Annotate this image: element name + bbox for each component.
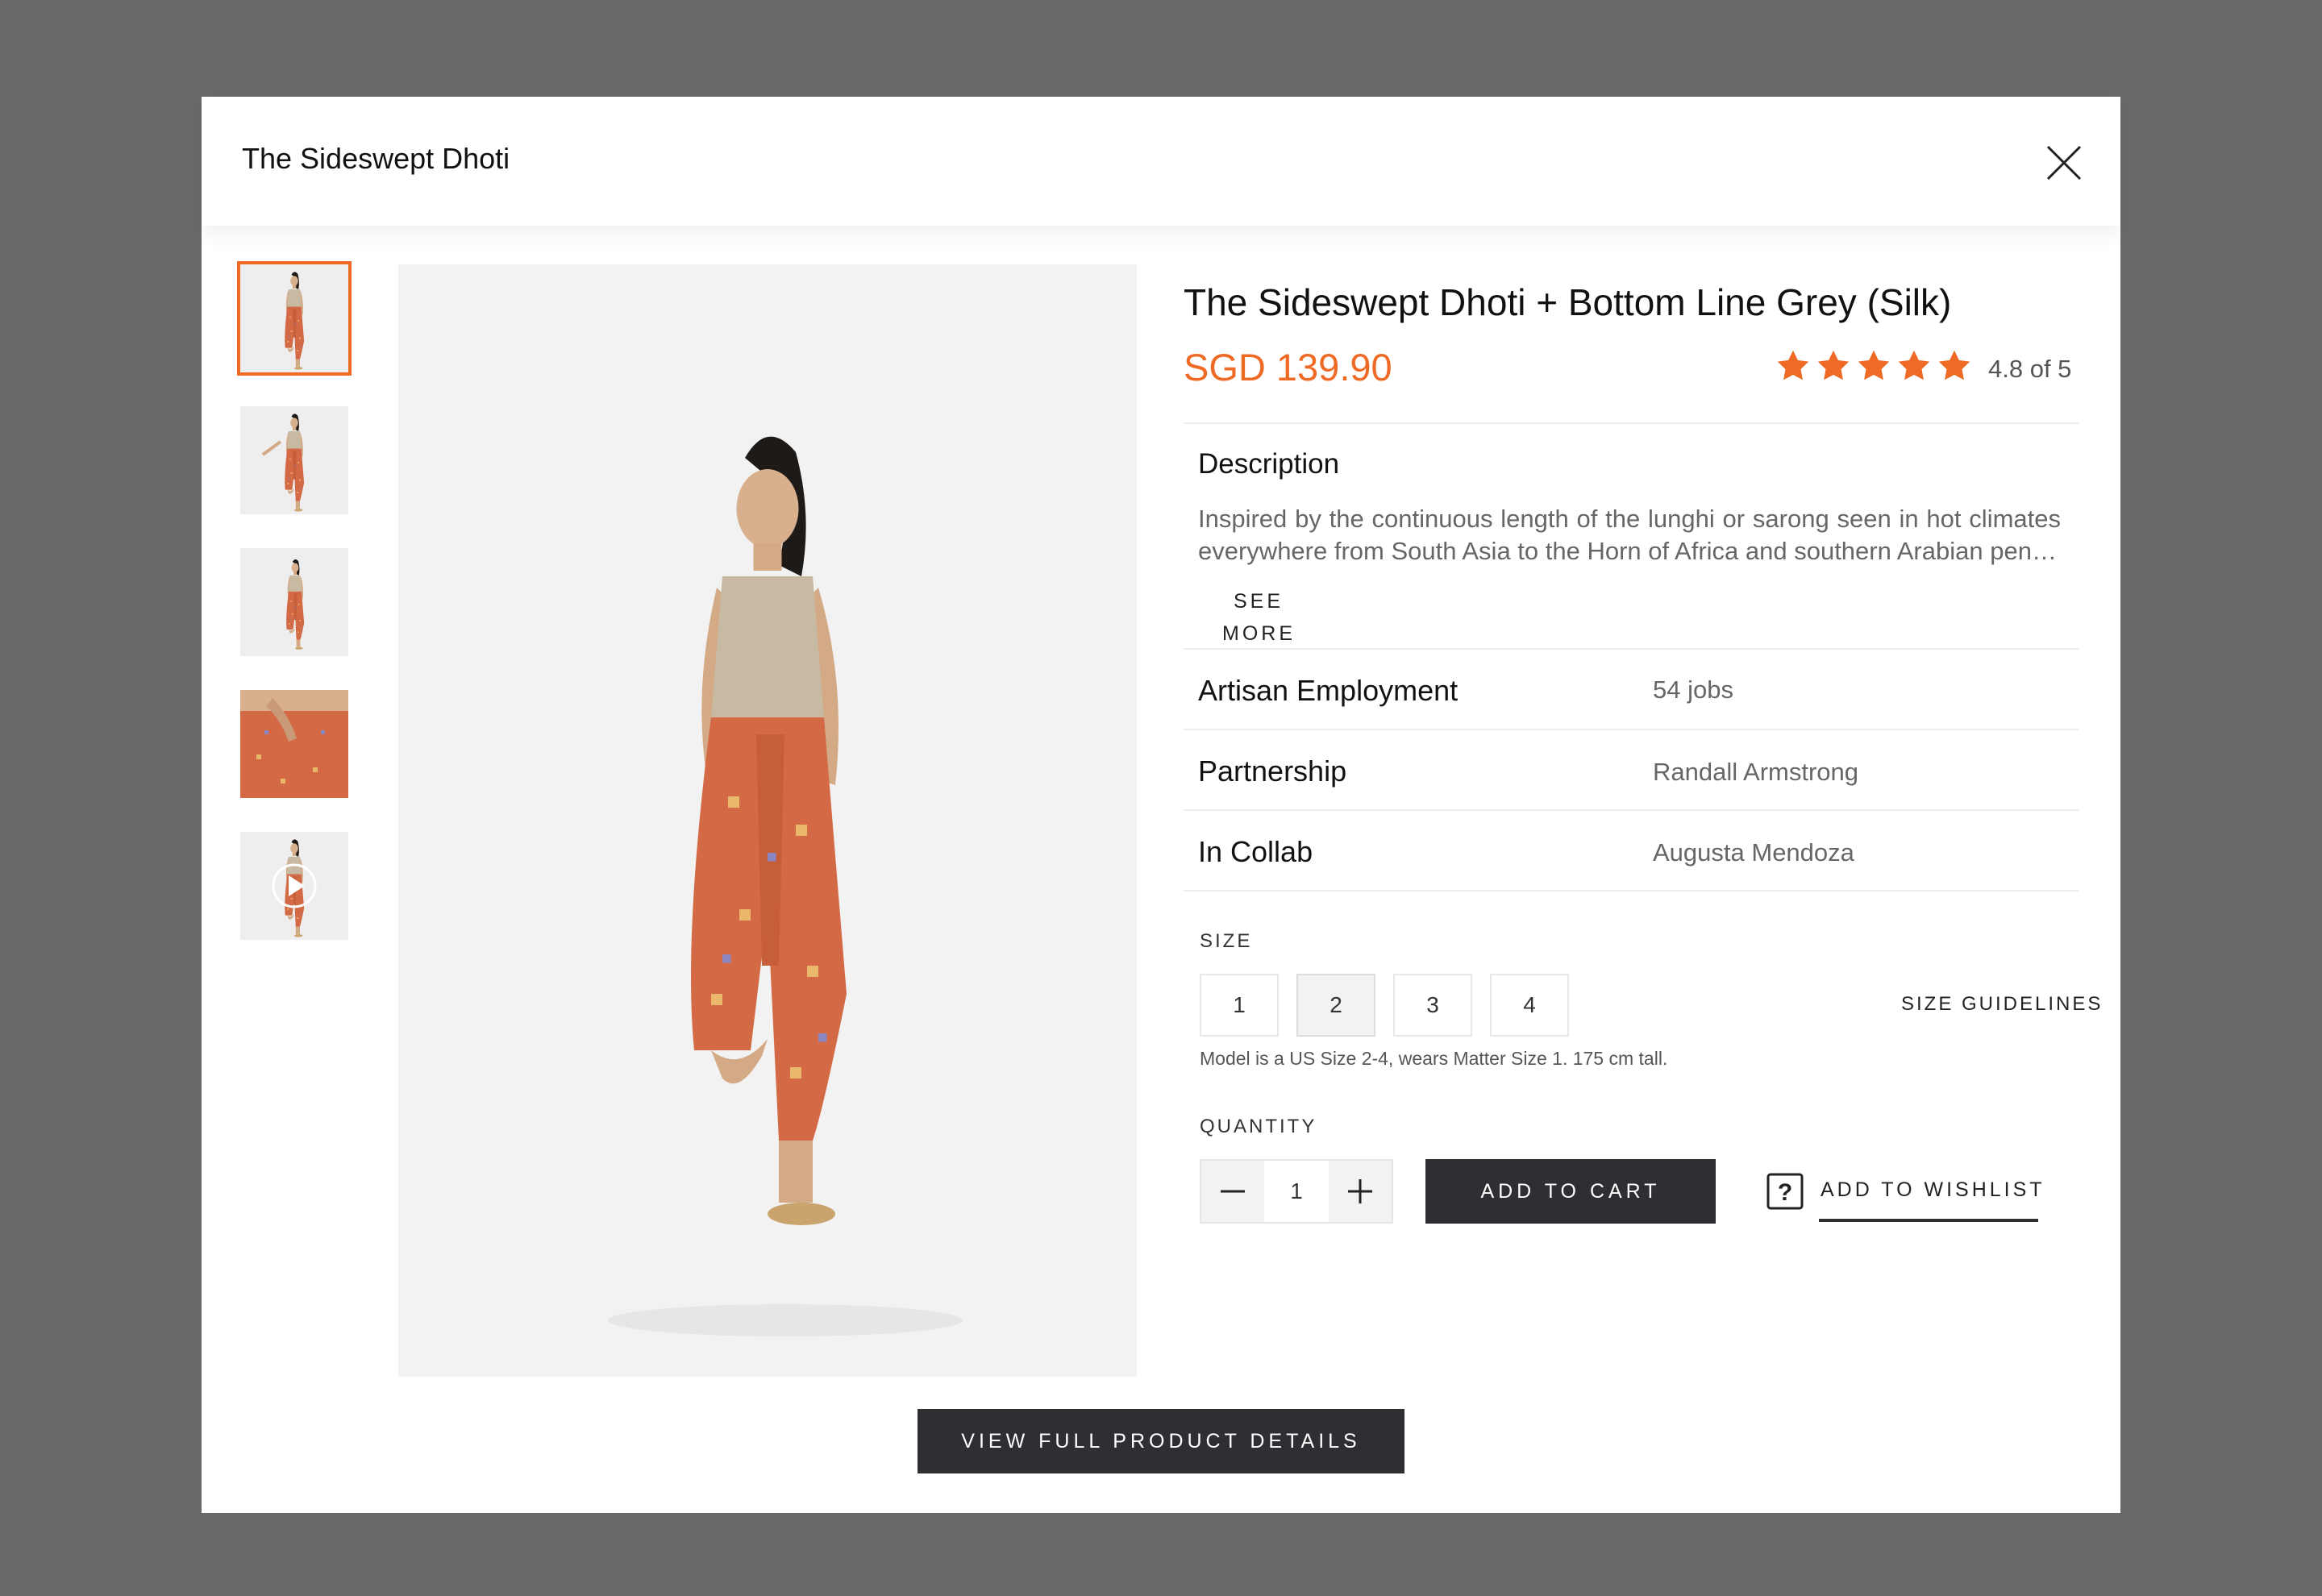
close-icon[interactable] <box>2040 139 2088 187</box>
attribute-value: 54 jobs <box>1653 675 1733 704</box>
size-option-2[interactable]: 2 <box>1296 974 1375 1037</box>
add-to-wishlist-link[interactable]: ADD TO WISHLIST <box>1821 1178 2045 1202</box>
modal-title: The Sideswept Dhoti <box>242 142 510 175</box>
quantity-input[interactable] <box>1264 1161 1329 1222</box>
attribute-value: Augusta Mendoza <box>1653 838 1854 867</box>
star-icon <box>1817 350 1850 380</box>
add-to-cart-button[interactable]: ADD TO CART <box>1425 1159 1716 1224</box>
size-option-3[interactable]: 3 <box>1393 974 1472 1037</box>
quantity-label: QUANTITY <box>1200 1116 1317 1137</box>
quantity-stepper <box>1200 1159 1393 1224</box>
size-label: SIZE <box>1200 930 1253 952</box>
svg-text:?: ? <box>1778 1179 1792 1206</box>
description-heading: Description <box>1198 448 1340 480</box>
modal-header: The Sideswept Dhoti <box>202 97 2120 226</box>
plus-icon[interactable] <box>1329 1161 1392 1222</box>
attribute-value: Randall Armstrong <box>1653 758 1859 786</box>
description-text: Inspired by the continuous length of the… <box>1198 505 2061 565</box>
size-guidelines-link[interactable]: SIZE GUIDELINES <box>1901 993 2103 1016</box>
attribute-label: Artisan Employment <box>1198 674 1459 707</box>
question-box-icon[interactable]: ? <box>1766 1172 1804 1211</box>
attribute-label: Partnership <box>1198 754 1347 788</box>
main-product-image[interactable] <box>398 264 1137 1377</box>
model-size-note: Model is a US Size 2-4, wears Matter Siz… <box>1200 1048 1668 1069</box>
divider <box>1184 890 2079 892</box>
divider <box>1184 648 2079 650</box>
rating-stars <box>1775 348 1972 384</box>
star-icon <box>1858 350 1890 380</box>
rating-text: 4.8 of 5 <box>1988 355 2072 383</box>
divider <box>1184 809 2079 811</box>
divider <box>1184 422 2079 424</box>
see-more-link[interactable]: SEE MORE <box>1222 585 1295 650</box>
divider <box>1184 729 2079 730</box>
star-icon <box>1898 350 1930 380</box>
thumbnail-fabric-detail[interactable] <box>240 690 348 798</box>
thumbnail-side[interactable] <box>240 548 348 656</box>
star-icon <box>1777 350 1809 380</box>
product-price: SGD 139.90 <box>1184 346 1392 389</box>
wishlist-underline <box>1819 1219 2038 1222</box>
thumbnail-front[interactable] <box>237 261 352 376</box>
star-icon <box>1938 350 1970 380</box>
minus-icon[interactable] <box>1201 1161 1264 1222</box>
product-name: The Sideswept Dhoti + Bottom Line Grey (… <box>1184 281 1952 323</box>
view-full-details-button[interactable]: VIEW FULL PRODUCT DETAILS <box>918 1409 1404 1473</box>
attribute-label: In Collab <box>1198 835 1313 868</box>
size-option-1[interactable]: 1 <box>1200 974 1279 1037</box>
thumbnail-side-arm-raised[interactable] <box>240 406 348 514</box>
size-option-4[interactable]: 4 <box>1490 974 1569 1037</box>
thumbnail-video[interactable] <box>240 832 348 940</box>
